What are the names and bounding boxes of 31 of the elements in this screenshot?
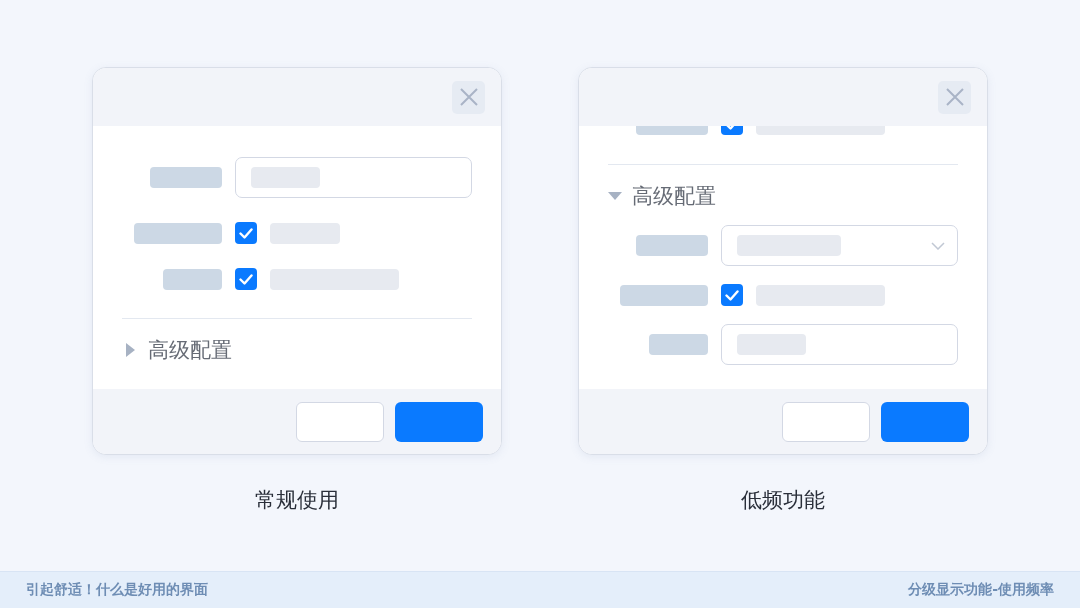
label-placeholder [636, 235, 708, 256]
chevron-down-icon [931, 241, 945, 250]
checkbox[interactable] [721, 284, 743, 306]
label-placeholder [150, 167, 222, 188]
footer-title: 引起舒适！什么是好用的界面 [26, 581, 208, 599]
close-icon [458, 87, 479, 107]
cancel-button[interactable] [296, 401, 384, 442]
input-field[interactable] [721, 324, 958, 365]
checkmark-icon [239, 273, 253, 285]
dialog-caption: 低频功能 [741, 487, 825, 514]
value-placeholder [737, 334, 806, 355]
checkbox[interactable] [235, 222, 257, 244]
label-placeholder [163, 268, 222, 290]
cancel-button[interactable] [782, 401, 870, 442]
checkbox[interactable] [235, 268, 257, 290]
checkmark-icon [725, 289, 739, 301]
dialog-caption: 常规使用 [255, 487, 339, 514]
label-placeholder [649, 334, 708, 355]
close-button[interactable] [938, 80, 971, 114]
input-field[interactable] [235, 157, 472, 198]
value-placeholder [251, 167, 320, 188]
confirm-button[interactable] [881, 401, 969, 442]
section-toggle[interactable]: 高级配置 [608, 184, 958, 208]
footer-subtitle: 分级显示功能-使用频率 [908, 581, 1054, 599]
close-button[interactable] [452, 80, 485, 114]
checkmark-icon [239, 227, 253, 239]
close-icon [944, 87, 965, 107]
confirm-button[interactable] [395, 401, 483, 442]
value-placeholder [270, 222, 340, 244]
select-field[interactable] [721, 225, 958, 266]
section-toggle[interactable]: 高级配置 [122, 338, 472, 362]
